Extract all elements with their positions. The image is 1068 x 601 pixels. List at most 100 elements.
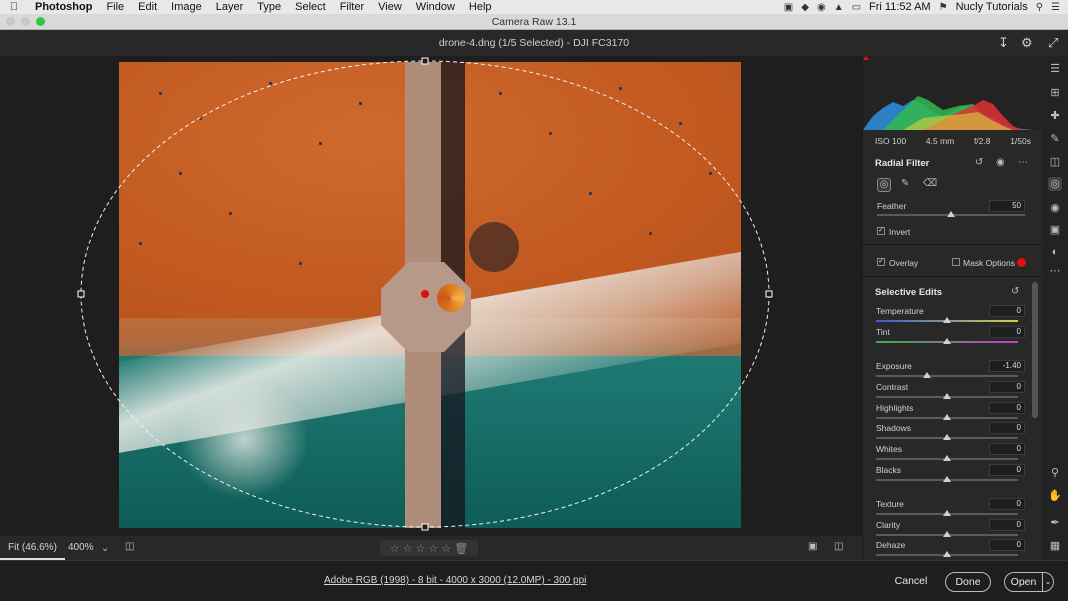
contrast-slider-thumb[interactable] — [943, 393, 951, 399]
menu-window[interactable]: Window — [409, 1, 462, 13]
menubar-clock[interactable]: Fri 11:52 AM — [869, 1, 931, 13]
whites-value[interactable]: 0 — [989, 443, 1025, 455]
reset-icon[interactable]: ↺ — [1011, 286, 1019, 297]
menu-app-name[interactable]: Photoshop — [28, 1, 99, 13]
mask-color-swatch[interactable] — [1017, 258, 1026, 267]
color-sampler-icon[interactable]: ✒ — [1048, 516, 1062, 530]
open-button[interactable]: Open — [1004, 572, 1042, 592]
wifi-icon[interactable]: ▲ — [834, 2, 844, 13]
clarity-value[interactable]: 0 — [989, 519, 1025, 531]
radial-filter-icon[interactable]: ◎ — [1048, 177, 1062, 191]
eye-icon[interactable]: ◉ — [996, 157, 1005, 168]
zoom-tool-icon[interactable]: ⚲ — [1048, 466, 1062, 480]
crop-icon[interactable]: ⊞ — [1048, 86, 1062, 100]
texture-value[interactable]: 0 — [989, 498, 1025, 510]
rating-stars[interactable]: ☆ ☆ ☆ ☆ ☆ 🗑 — [380, 540, 478, 556]
trash-icon[interactable]: 🗑 — [454, 542, 468, 555]
zoom-window-button[interactable] — [36, 17, 45, 26]
menu-image[interactable]: Image — [164, 1, 209, 13]
adjustment-brush-icon[interactable]: ✎ — [1048, 132, 1062, 146]
filmstrip-icon[interactable]: ◫ — [125, 541, 134, 552]
whites-slider-thumb[interactable] — [943, 455, 951, 461]
radial-filter-overlay[interactable] — [0, 56, 862, 536]
tint-value[interactable]: 0 — [989, 326, 1025, 338]
exposure-track[interactable] — [876, 375, 1018, 377]
more-tools-icon[interactable]: ⋯ — [1048, 264, 1062, 278]
star-icon[interactable]: ☆ — [416, 542, 426, 555]
blacks-value[interactable]: 0 — [989, 464, 1025, 476]
presets-icon[interactable]: ◐ — [1048, 245, 1062, 259]
temperature-slider-thumb[interactable] — [943, 317, 951, 323]
radial-filter-pin[interactable] — [421, 290, 429, 298]
before-after-icon[interactable]: ◫ — [834, 541, 843, 552]
star-icon[interactable]: ☆ — [390, 542, 400, 555]
snapshots-icon[interactable]: ▣ — [1048, 223, 1062, 237]
menu-layer[interactable]: Layer — [209, 1, 251, 13]
mask-options-label[interactable]: Mask Options — [963, 258, 1015, 268]
menu-list-icon[interactable]: ☰ — [1051, 2, 1060, 13]
workflow-options-link[interactable]: Adobe RGB (1998) - 8 bit - 4000 x 3000 (… — [324, 575, 586, 586]
highlights-value[interactable]: 0 — [989, 402, 1025, 414]
cancel-button[interactable]: Cancel — [884, 572, 938, 592]
dropbox-icon[interactable]: ◆ — [801, 2, 809, 13]
chevron-down-icon[interactable]: ⌄ — [101, 543, 109, 554]
red-eye-icon[interactable]: ◉ — [1048, 201, 1062, 215]
texture-slider-thumb[interactable] — [943, 510, 951, 516]
save-image-icon[interactable]: ↧ — [998, 30, 1009, 56]
menu-type[interactable]: Type — [250, 1, 288, 13]
healing-icon[interactable]: ✚ — [1048, 109, 1062, 123]
exposure-value[interactable]: -1.40 — [989, 360, 1025, 372]
invert-checkbox[interactable]: ✓ — [877, 227, 885, 235]
flag-icon[interactable]: ⚑ — [939, 2, 948, 13]
brush-icon[interactable]: ✎ — [901, 178, 909, 189]
fit-zoom-button[interactable]: Fit (46.6%) — [0, 536, 65, 560]
open-options-chevron-icon[interactable]: ⌄ — [1042, 572, 1054, 592]
temperature-value[interactable]: 0 — [989, 305, 1025, 317]
single-view-icon[interactable]: ▣ — [808, 541, 817, 552]
clarity-slider-thumb[interactable] — [943, 531, 951, 537]
reset-icon[interactable]: ↺ — [975, 157, 983, 168]
airplay-icon[interactable]: ▭ — [852, 2, 861, 13]
shadows-slider-thumb[interactable] — [943, 434, 951, 440]
tint-slider-thumb[interactable] — [943, 338, 951, 344]
eraser-icon[interactable]: ⌫ — [923, 178, 937, 189]
creative-cloud-icon[interactable]: ◉ — [817, 2, 826, 13]
exposure-slider-thumb[interactable] — [923, 372, 932, 378]
screen-record-icon[interactable]: ▣ — [784, 2, 793, 13]
done-button[interactable]: Done — [945, 572, 991, 592]
overlay-checkbox[interactable]: ✓ — [877, 258, 885, 266]
menu-help[interactable]: Help — [462, 1, 499, 13]
graduated-filter-icon[interactable]: ◫ — [1048, 155, 1062, 169]
star-icon[interactable]: ☆ — [441, 542, 451, 555]
image-canvas[interactable] — [0, 56, 862, 536]
new-radial-icon[interactable]: ◎ — [877, 178, 891, 192]
close-window-button[interactable] — [6, 17, 15, 26]
edit-sliders-icon[interactable]: ☰ — [1048, 62, 1062, 76]
fullscreen-icon[interactable]: ⤢ — [1048, 30, 1058, 56]
menu-filter[interactable]: Filter — [333, 1, 371, 13]
grid-icon[interactable]: ▦ — [1048, 539, 1062, 553]
panel-scrollbar[interactable] — [1032, 282, 1038, 418]
menu-select[interactable]: Select — [288, 1, 333, 13]
more-icon[interactable]: ⋯ — [1018, 157, 1028, 168]
hand-tool-icon[interactable]: ✋ — [1048, 489, 1062, 503]
apple-logo-icon[interactable]:  — [0, 1, 28, 13]
contrast-value[interactable]: 0 — [989, 381, 1025, 393]
shadows-value[interactable]: 0 — [989, 422, 1025, 434]
zoom-level-button[interactable]: 400% — [60, 536, 102, 560]
minimize-window-button[interactable] — [21, 17, 30, 26]
mask-options-checkbox[interactable] — [952, 258, 960, 266]
menubar-user[interactable]: Nucly Tutorials — [956, 1, 1028, 13]
menu-edit[interactable]: Edit — [131, 1, 164, 13]
feather-slider-thumb[interactable] — [947, 211, 955, 217]
feather-value[interactable]: 50 — [989, 200, 1025, 212]
highlights-slider-thumb[interactable] — [943, 414, 951, 420]
star-icon[interactable]: ☆ — [428, 542, 438, 555]
star-icon[interactable]: ☆ — [403, 542, 413, 555]
blacks-slider-thumb[interactable] — [943, 476, 951, 482]
search-icon[interactable]: ⚲ — [1036, 2, 1043, 13]
dehaze-value[interactable]: 0 — [989, 539, 1025, 551]
menu-view[interactable]: View — [371, 1, 409, 13]
menu-file[interactable]: File — [99, 1, 131, 13]
dehaze-slider-thumb[interactable] — [943, 551, 951, 557]
